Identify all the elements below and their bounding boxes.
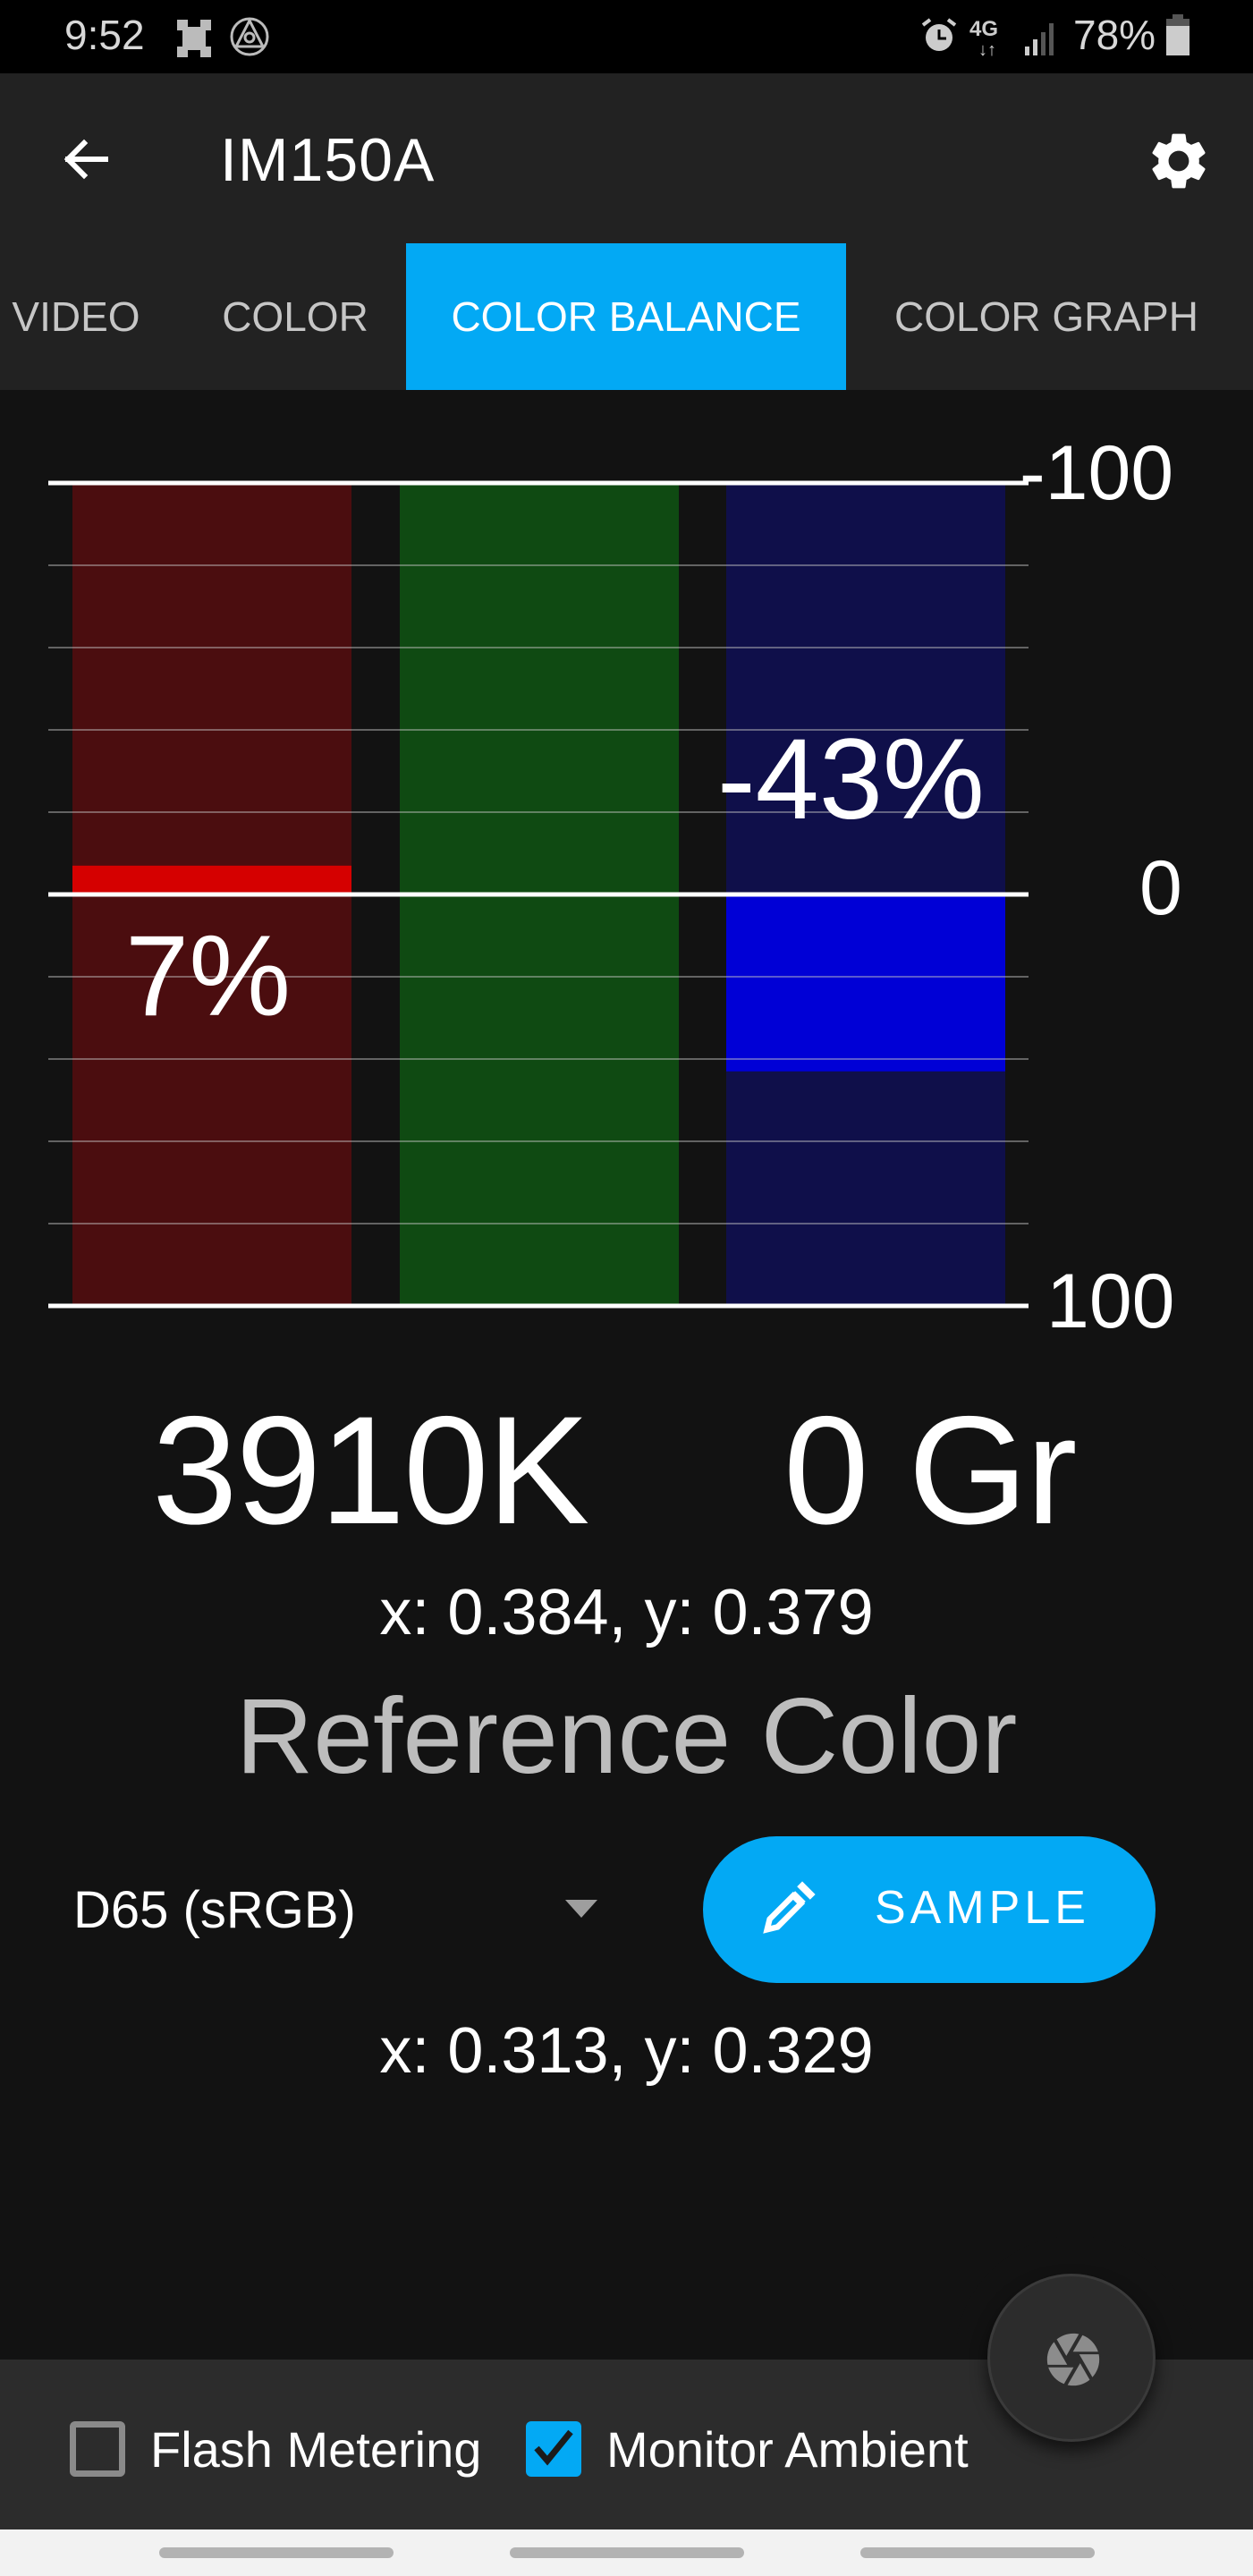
cct-reading: 3910K [152, 1385, 589, 1556]
y-tick-label-zero: 0 [1139, 845, 1182, 931]
reference-color-value: D65 (sRGB) [73, 1880, 356, 1939]
flash-metering-checkbox[interactable] [70, 2421, 125, 2477]
alarm-icon [919, 16, 959, 60]
bar-fill-blue [726, 894, 1005, 1072]
tab-color-balance[interactable]: COLOR BALANCE [406, 243, 846, 390]
nav-back-button[interactable] [860, 2547, 1095, 2558]
tab-bar: VIDEO COLOR COLOR BALANCE COLOR GRAPH [0, 243, 1253, 390]
settings-button[interactable] [1145, 127, 1213, 195]
nav-recents-button[interactable] [159, 2547, 394, 2558]
flash-metering-label: Flash Metering [150, 2420, 482, 2478]
measure-fab[interactable] [987, 2274, 1156, 2442]
tab-color-graph[interactable]: COLOR GRAPH [859, 243, 1234, 390]
dropdown-arrow-icon [565, 1900, 597, 1918]
y-tick-label-bottom: 100 [1046, 1258, 1175, 1344]
gear-icon [1152, 133, 1206, 189]
arrow-left-icon [63, 139, 108, 180]
monitor-ambient-checkbox[interactable] [526, 2421, 581, 2477]
page-title: IM150A [220, 126, 436, 194]
tint-reading: 0 Gr [783, 1385, 1078, 1556]
app-bar: IM150A [0, 73, 1253, 243]
reference-color-select[interactable]: D65 (sRGB) [63, 1860, 617, 1959]
chart-canvas [48, 480, 1029, 1309]
svg-text:↓↑: ↓↑ [978, 40, 996, 57]
monitor-ambient-label: Monitor Ambient [606, 2420, 969, 2478]
color-balance-chart: -100 0 100 7% -43% [0, 390, 1253, 1356]
camera-shutter-icon [1046, 2333, 1100, 2386]
sample-label: SAMPLE [875, 1882, 1090, 1934]
flash-metering-option[interactable]: Flash Metering [70, 2415, 481, 2483]
tab-video[interactable]: VIDEO [0, 243, 152, 390]
status-bar: 9:52 4G ↓↑ 78% [0, 0, 1253, 73]
eyedropper-icon [763, 1881, 816, 1934]
reference-xy: x: 0.313, y: 0.329 [379, 2015, 874, 2087]
measured-xy: x: 0.384, y: 0.379 [379, 1577, 874, 1648]
checkmark-icon [534, 2429, 573, 2466]
app-notification-icon [229, 16, 270, 62]
status-time: 9:52 [64, 12, 145, 58]
device-icon [172, 16, 216, 65]
svg-text:4G: 4G [969, 17, 998, 41]
battery-icon [1164, 14, 1191, 60]
red-value-label: 7% [125, 912, 291, 1040]
back-button[interactable] [54, 127, 118, 191]
nav-home-button[interactable] [510, 2547, 744, 2558]
system-nav-bar [0, 2529, 1253, 2576]
tab-color[interactable]: COLOR [188, 243, 402, 390]
signal-icon [1025, 18, 1061, 60]
reference-color-heading: Reference Color [235, 1676, 1018, 1796]
sample-button[interactable]: SAMPLE [703, 1836, 1156, 1983]
battery-percent: 78% [1073, 12, 1156, 58]
4g-lte-icon: 4G ↓↑ [969, 14, 1020, 62]
y-tick-label-top: -100 [1020, 430, 1174, 516]
bar-fill-red [72, 865, 351, 894]
blue-value-label: -43% [717, 716, 985, 843]
monitor-ambient-option[interactable]: Monitor Ambient [526, 2415, 969, 2483]
